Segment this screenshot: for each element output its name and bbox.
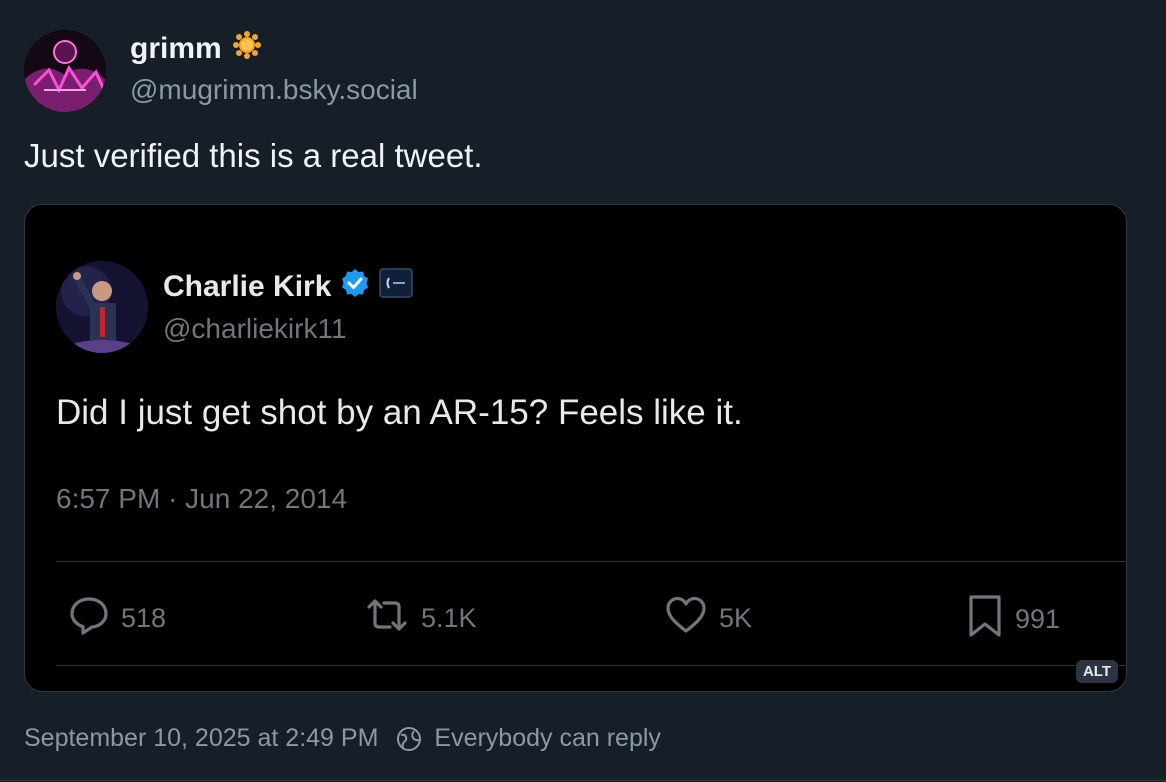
tweet-bookmark-stat: 991 — [965, 593, 1060, 646]
tweet-reply-stat: 518 — [67, 593, 166, 644]
author-handle[interactable]: @mugrimm.bsky.social — [130, 74, 418, 106]
author-name[interactable]: grimm — [130, 32, 222, 66]
divider — [56, 561, 1126, 562]
reply-icon — [67, 593, 111, 644]
bookmark-icon — [965, 593, 1005, 646]
tweet-name-row: Charlie Kirk — [163, 267, 414, 307]
reply-count: 518 — [121, 603, 167, 633]
post-footer: September 10, 2025 at 2:49 PM Everybody … — [24, 724, 661, 753]
globe-icon — [396, 726, 422, 752]
post-text: Just verified this is a real tweet. — [24, 137, 483, 174]
tweet-author-name: Charlie Kirk — [163, 270, 332, 303]
tweet-text: Did I just get shot by an AR-15? Feels l… — [56, 393, 743, 432]
divider — [0, 780, 1166, 781]
tweet-like-stat: 5K — [663, 593, 752, 644]
tweet-retweet-stat: 5.1K — [363, 593, 477, 644]
tweet-avatar — [56, 261, 148, 353]
tweet-author-handle: @charliekirk11 — [163, 313, 347, 344]
retweet-icon — [363, 593, 411, 644]
post-timestamp[interactable]: September 10, 2025 at 2:49 PM — [24, 724, 378, 753]
like-count: 5K — [719, 603, 753, 633]
embedded-image[interactable]: Charlie Kirk @charliekirk11 Did I just g… — [24, 204, 1127, 692]
author-name-row: grimm — [130, 30, 262, 68]
tweet-timestamp: 6:57 PM · Jun 22, 2014 — [56, 483, 348, 514]
reply-setting[interactable]: Everybody can reply — [434, 724, 661, 753]
verified-check-icon — [339, 267, 371, 307]
heart-icon — [663, 593, 709, 644]
avatar[interactable] — [24, 30, 106, 112]
sun-badge-icon — [232, 30, 262, 68]
retweet-count: 5.1K — [421, 603, 477, 633]
alt-text-button[interactable]: ALT — [1075, 660, 1118, 683]
divider — [56, 665, 1126, 666]
affiliate-badge-icon — [379, 268, 414, 306]
bookmark-count: 991 — [1015, 604, 1061, 634]
